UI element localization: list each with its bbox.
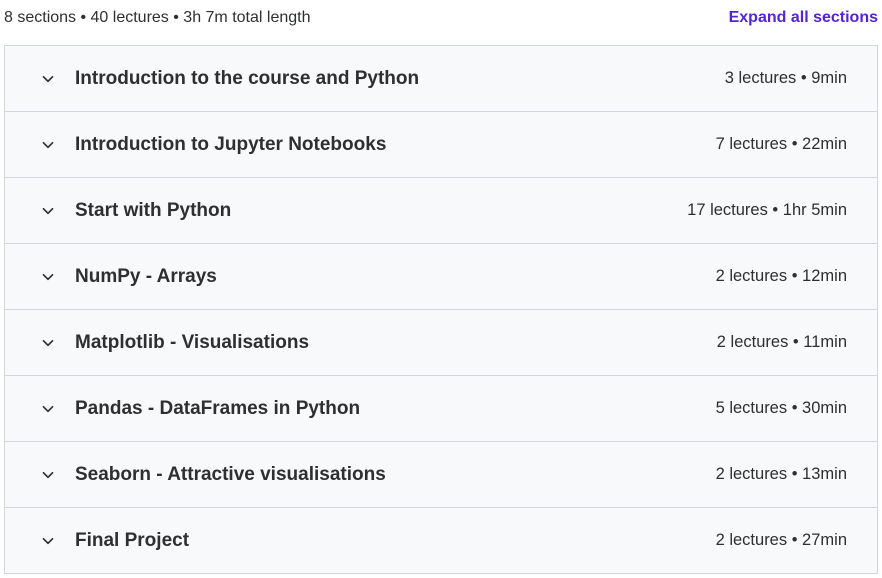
section-title: Seaborn - Attractive visualisations xyxy=(75,464,386,485)
section-meta: 3 lectures • 9min xyxy=(724,69,847,87)
section-row[interactable]: Pandas - DataFrames in Python 5 lectures… xyxy=(5,376,877,442)
section-meta: 17 lectures • 1hr 5min xyxy=(687,201,847,219)
section-title: Pandas - DataFrames in Python xyxy=(75,398,361,419)
section-row[interactable]: Introduction to the course and Python 3 … xyxy=(5,46,877,112)
expand-all-sections-button[interactable]: Expand all sections xyxy=(729,9,878,27)
section-meta: 7 lectures • 22min xyxy=(715,135,847,153)
curriculum-section-list: Introduction to the course and Python 3 … xyxy=(4,45,878,574)
curriculum-summary: 8 sections • 40 lectures • 3h 7m total l… xyxy=(4,9,311,26)
chevron-down-icon xyxy=(41,402,55,416)
section-title: Final Project xyxy=(75,530,190,551)
chevron-down-icon xyxy=(41,336,55,350)
section-meta: 2 lectures • 12min xyxy=(715,267,847,285)
section-title: NumPy - Arrays xyxy=(75,266,217,287)
curriculum-header: 8 sections • 40 lectures • 3h 7m total l… xyxy=(0,0,882,45)
chevron-down-icon xyxy=(41,468,55,482)
chevron-down-icon xyxy=(41,204,55,218)
section-meta: 2 lectures • 13min xyxy=(715,465,847,483)
section-meta: 5 lectures • 30min xyxy=(715,399,847,417)
section-row[interactable]: Final Project 2 lectures • 27min xyxy=(5,508,877,573)
section-title: Start with Python xyxy=(75,200,232,221)
chevron-down-icon xyxy=(41,72,55,86)
section-row[interactable]: Start with Python 17 lectures • 1hr 5min xyxy=(5,178,877,244)
section-row[interactable]: NumPy - Arrays 2 lectures • 12min xyxy=(5,244,877,310)
section-row[interactable]: Matplotlib - Visualisations 2 lectures •… xyxy=(5,310,877,376)
section-meta: 2 lectures • 11min xyxy=(716,333,847,351)
section-title: Introduction to Jupyter Notebooks xyxy=(75,134,387,155)
chevron-down-icon xyxy=(41,534,55,548)
section-row[interactable]: Introduction to Jupyter Notebooks 7 lect… xyxy=(5,112,877,178)
section-row[interactable]: Seaborn - Attractive visualisations 2 le… xyxy=(5,442,877,508)
chevron-down-icon xyxy=(41,270,55,284)
chevron-down-icon xyxy=(41,138,55,152)
section-title: Matplotlib - Visualisations xyxy=(75,332,310,353)
section-title: Introduction to the course and Python xyxy=(75,68,420,89)
section-meta: 2 lectures • 27min xyxy=(715,531,847,549)
